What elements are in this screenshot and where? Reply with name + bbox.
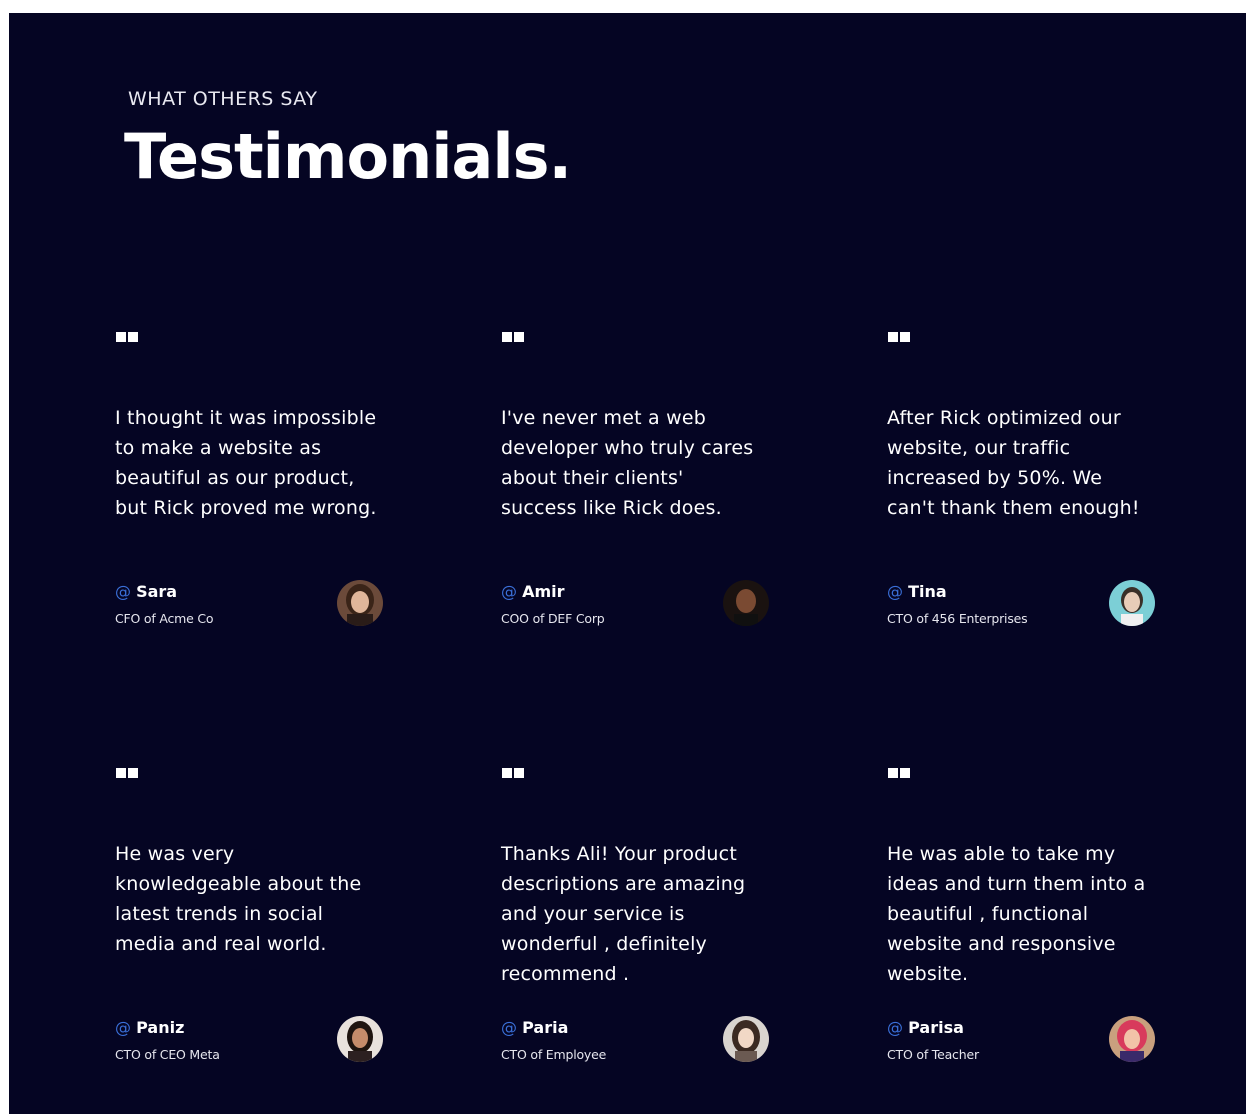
quote-icon xyxy=(888,768,910,778)
author-role: CTO of CEO Meta xyxy=(115,1047,220,1062)
author-role: COO of DEF Corp xyxy=(501,611,605,626)
avatar xyxy=(1109,1016,1155,1062)
avatar xyxy=(337,580,383,626)
testimonial-author: @ Amir COO of DEF Corp xyxy=(501,580,771,634)
testimonial-quote: After Rick optimized our website, our tr… xyxy=(887,407,1140,519)
testimonial-card: After Rick optimized our website, our tr… xyxy=(887,329,1157,639)
author-role: CTO of Teacher xyxy=(887,1047,979,1062)
testimonial-card: Thanks Ali! Your product descriptions ar… xyxy=(501,765,771,1075)
testimonial-card: He was able to take my ideas and turn th… xyxy=(887,765,1157,1075)
section-title: Testimonials. xyxy=(124,120,572,193)
quote-icon xyxy=(116,768,138,778)
testimonial-quote: I thought it was impossible to make a we… xyxy=(115,407,377,519)
author-name: Paria xyxy=(522,1018,569,1037)
testimonial-author: @ Sara CFO of Acme Co xyxy=(115,580,385,634)
at-sign: @ xyxy=(115,1018,131,1037)
section-eyebrow: WHAT OTHERS SAY xyxy=(128,88,318,110)
author-name: Amir xyxy=(522,582,565,601)
author-role: CTO of Employee xyxy=(501,1047,607,1062)
author-name: Tina xyxy=(908,582,947,601)
author-role: CFO of Acme Co xyxy=(115,611,214,626)
testimonial-author: @ Tina CTO of 456 Enterprises xyxy=(887,580,1157,634)
testimonial-card: I've never met a web developer who truly… xyxy=(501,329,771,639)
testimonial-card: He was very knowledgeable about the late… xyxy=(115,765,385,1075)
quote-icon xyxy=(502,332,524,342)
avatar xyxy=(1109,580,1155,626)
testimonial-quote: He was very knowledgeable about the late… xyxy=(115,843,362,955)
at-sign: @ xyxy=(115,582,131,601)
quote-icon xyxy=(502,768,524,778)
quote-icon xyxy=(888,332,910,342)
testimonial-author: @ Paria CTO of Employee xyxy=(501,1016,771,1070)
at-sign: @ xyxy=(887,582,903,601)
author-role: CTO of 456 Enterprises xyxy=(887,611,1028,626)
at-sign: @ xyxy=(501,582,517,601)
at-sign: @ xyxy=(887,1018,903,1037)
testimonial-card: I thought it was impossible to make a we… xyxy=(115,329,385,639)
at-sign: @ xyxy=(501,1018,517,1037)
testimonial-quote: Thanks Ali! Your product descriptions ar… xyxy=(501,843,746,985)
quote-icon xyxy=(116,332,138,342)
author-name: Paniz xyxy=(136,1018,185,1037)
author-name: Sara xyxy=(136,582,178,601)
testimonial-author: @ Paniz CTO of CEO Meta xyxy=(115,1016,385,1070)
avatar xyxy=(337,1016,383,1062)
testimonial-quote: I've never met a web developer who truly… xyxy=(501,407,754,519)
testimonial-author: @ Parisa CTO of Teacher xyxy=(887,1016,1157,1070)
testimonial-quote: He was able to take my ideas and turn th… xyxy=(887,843,1146,985)
avatar xyxy=(723,1016,769,1062)
author-name: Parisa xyxy=(908,1018,964,1037)
avatar xyxy=(723,580,769,626)
